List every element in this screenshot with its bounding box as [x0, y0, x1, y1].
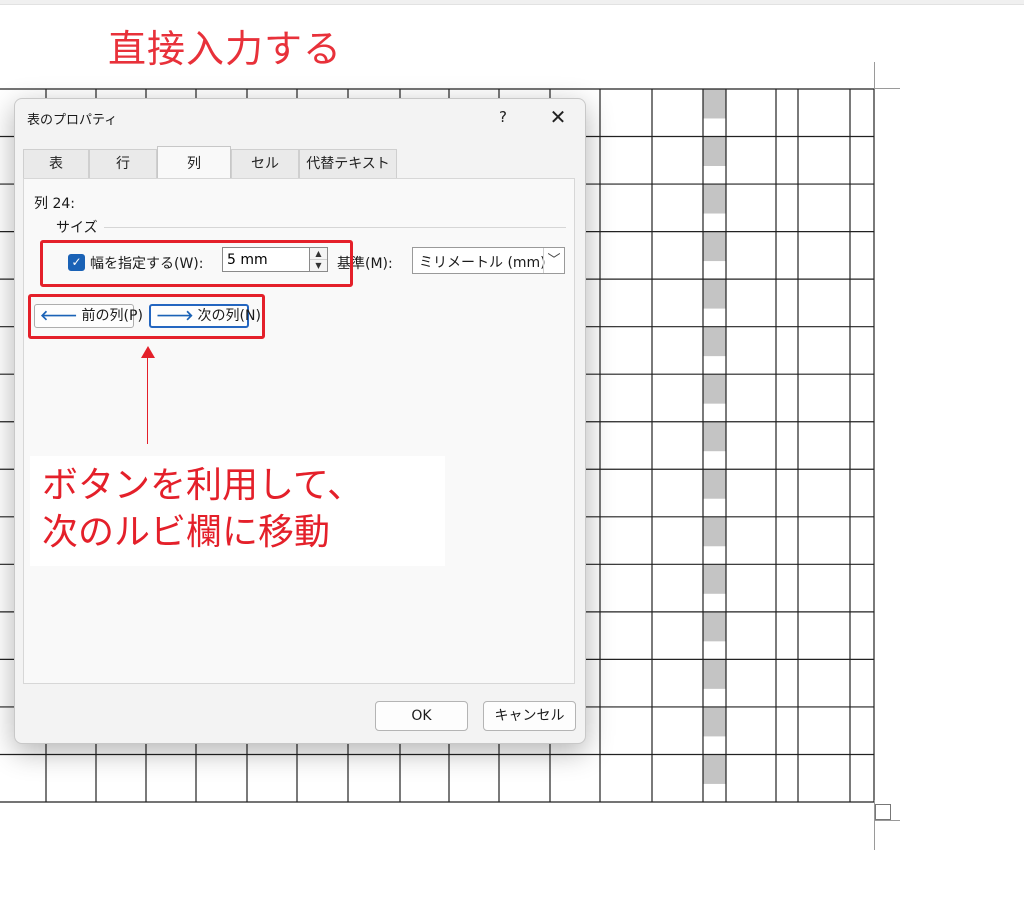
unit-selected-value: ミリメートル (mm)	[419, 255, 546, 271]
tab-column[interactable]: 列	[157, 146, 231, 178]
help-button[interactable]: ?	[489, 105, 517, 129]
callout-annotation: ボタンを利用して、 次のルビ欄に移動	[30, 456, 445, 566]
ruby-cell	[703, 136, 726, 167]
crop-mark-top-h	[874, 88, 900, 89]
ruby-cell	[703, 564, 726, 594]
chevron-down-icon[interactable]: ﹀	[543, 248, 564, 273]
tab-table[interactable]: 表	[23, 149, 89, 178]
ruby-cell	[703, 469, 726, 499]
annotation-arrow-head	[141, 346, 155, 358]
size-group-label: サイズ	[56, 220, 98, 236]
ruby-cell	[703, 279, 726, 309]
ruby-cell	[703, 231, 726, 262]
table-properties-dialog: 表のプロパティ ? ✕ 表 行 列 セル 代替テキスト 列 24: サイズ ✓ …	[14, 98, 586, 744]
callout-line-2: 次のルビ欄に移動	[42, 512, 331, 553]
ruby-cell	[703, 421, 726, 452]
ok-button[interactable]: OK	[375, 701, 468, 731]
heading-annotation: 直接入力する	[108, 27, 343, 71]
unit-select[interactable]: ミリメートル (mm) ﹀	[412, 247, 565, 274]
ruby-cell	[703, 659, 726, 689]
tab-cell[interactable]: セル	[231, 149, 299, 178]
dialog-title: 表のプロパティ	[27, 113, 118, 128]
ruby-cell	[703, 706, 726, 737]
size-group-divider	[104, 227, 566, 228]
ruby-cell	[703, 754, 726, 784]
ruby-cell	[703, 326, 726, 357]
ruby-cell	[703, 611, 726, 642]
tab-row[interactable]: 行	[89, 149, 157, 178]
tab-alt-text[interactable]: 代替テキスト	[299, 149, 397, 178]
table-resize-handle[interactable]	[875, 804, 891, 820]
ruby-cell	[703, 89, 726, 119]
ruby-cell	[703, 516, 726, 547]
close-button[interactable]: ✕	[541, 103, 575, 131]
crop-mark-bottom-h	[874, 820, 900, 821]
crop-mark-top	[874, 62, 875, 88]
callout-line-1: ボタンを利用して、	[42, 465, 364, 506]
ruby-cell	[703, 184, 726, 214]
annotation-arrow-line	[147, 356, 148, 444]
nav-buttons-highlight-box	[28, 294, 265, 339]
ruby-cell	[703, 374, 726, 404]
cancel-button[interactable]: キャンセル	[483, 701, 576, 731]
column-number-label: 列 24:	[34, 196, 75, 212]
width-highlight-box	[40, 240, 353, 287]
